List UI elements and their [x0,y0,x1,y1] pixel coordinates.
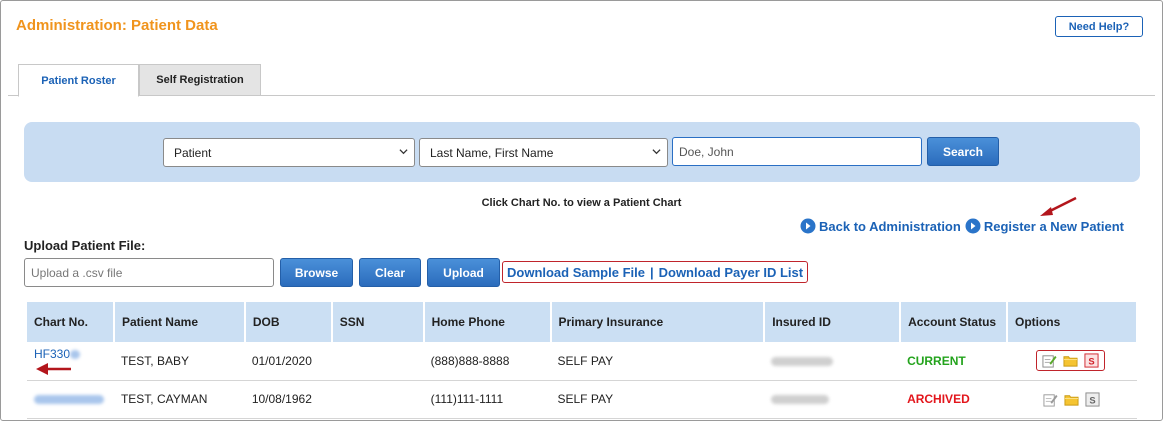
home-phone-cell: (111)111-1111 [423,380,551,419]
account-status-cell: CURRENT [900,342,1007,381]
dob-cell: 10/08/1962 [244,380,332,419]
download-payer-id-list-link[interactable]: Download Payer ID List [659,265,803,280]
ssn-cell [331,380,424,419]
folder-icon[interactable] [1063,353,1078,368]
patient-roster-table: Chart No. Patient Name DOB SSN Home Phon… [27,302,1139,419]
search-type-value: Patient [174,145,212,160]
need-help-button[interactable]: Need Help? [1055,16,1143,37]
download-links-box: Download Sample File | Download Payer ID… [502,261,809,283]
folder-icon[interactable] [1064,392,1079,407]
column-header[interactable]: Primary Insurance [550,302,766,342]
svg-text:S: S [1088,357,1094,367]
register-new-patient-link[interactable]: Register a New Patient [965,218,1124,234]
options-cell: S [1006,380,1137,419]
redacted-chart-number-link[interactable] [34,395,104,405]
red-arrow-annotation-icon [36,362,71,375]
clear-button[interactable]: Clear [359,258,421,287]
table-header-row: Chart No. Patient Name DOB SSN Home Phon… [27,302,1139,342]
back-to-administration-label: Back to Administration [819,218,961,234]
redacted-insured-id [771,357,834,367]
chevron-down-icon [399,149,408,155]
back-to-administration-link[interactable]: Back to Administration [800,218,961,234]
redacted-chart-suffix [70,350,81,360]
insured-id-cell [764,342,901,381]
tab-bar: Patient Roster Self Registration [8,64,1155,97]
page-title: Administration: Patient Data [16,17,218,34]
search-input[interactable]: Doe, John [672,137,922,166]
name-format-value: Last Name, First Name [430,145,554,160]
chart-number-link[interactable]: HF330 [34,347,70,361]
options-group: S [1043,391,1136,407]
primary-insurance-cell: SELF PAY [550,380,765,419]
table-row: HF330 TEST, BABY 01/01/2020 (888)888-888… [27,342,1137,381]
register-new-patient-label: Register a New Patient [983,218,1124,234]
column-header: Options [1006,302,1139,342]
column-header[interactable]: DOB [244,302,333,342]
chevron-down-icon [652,149,661,155]
link-separator: | [649,264,654,280]
search-button[interactable]: Search [927,137,999,166]
tab-patient-roster[interactable]: Patient Roster [18,64,139,97]
column-header[interactable]: Home Phone [423,302,552,342]
account-status-cell: ARCHIVED [900,380,1007,419]
s-badge-icon[interactable]: S [1085,391,1100,407]
circle-arrow-icon [800,218,816,234]
patient-name-cell: TEST, BABY [113,342,245,381]
search-type-select[interactable]: Patient [163,138,415,167]
options-group: S [1035,350,1105,372]
upload-file-input[interactable]: Upload a .csv file [24,258,274,287]
s-badge-icon[interactable]: S [1084,353,1099,368]
primary-insurance-cell: SELF PAY [550,342,765,381]
svg-text:S: S [1089,395,1095,405]
upload-button[interactable]: Upload [427,258,500,287]
column-header[interactable]: Patient Name [113,302,246,342]
column-header[interactable]: Chart No. [27,302,115,342]
edit-icon[interactable] [1042,353,1057,368]
column-header[interactable]: Account Status [900,302,1008,342]
browse-button[interactable]: Browse [280,258,353,287]
table-row: TEST, CAYMAN 10/08/1962 (111)111-1111 SE… [27,380,1137,419]
ssn-cell [331,342,424,381]
tab-self-registration[interactable]: Self Registration [139,64,261,96]
patient-name-cell: TEST, CAYMAN [113,380,245,419]
edit-icon[interactable] [1043,392,1058,407]
download-sample-file-link[interactable]: Download Sample File [507,265,645,280]
dob-cell: 01/01/2020 [244,342,332,381]
chart-hint: Click Chart No. to view a Patient Chart [481,197,682,209]
column-header[interactable]: Insured ID [764,302,902,342]
column-header[interactable]: SSN [331,302,425,342]
upload-file-label: Upload Patient File: [24,238,146,253]
name-format-select[interactable]: Last Name, First Name [419,138,668,167]
red-arrow-annotation-icon [1040,196,1077,216]
nav-links: Back to Administration Register a New Pa… [800,218,1124,234]
circle-arrow-icon [965,218,981,234]
redacted-insured-id [771,395,830,405]
home-phone-cell: (888)888-8888 [423,342,551,381]
insured-id-cell [764,380,901,419]
options-cell: S [1006,342,1137,381]
